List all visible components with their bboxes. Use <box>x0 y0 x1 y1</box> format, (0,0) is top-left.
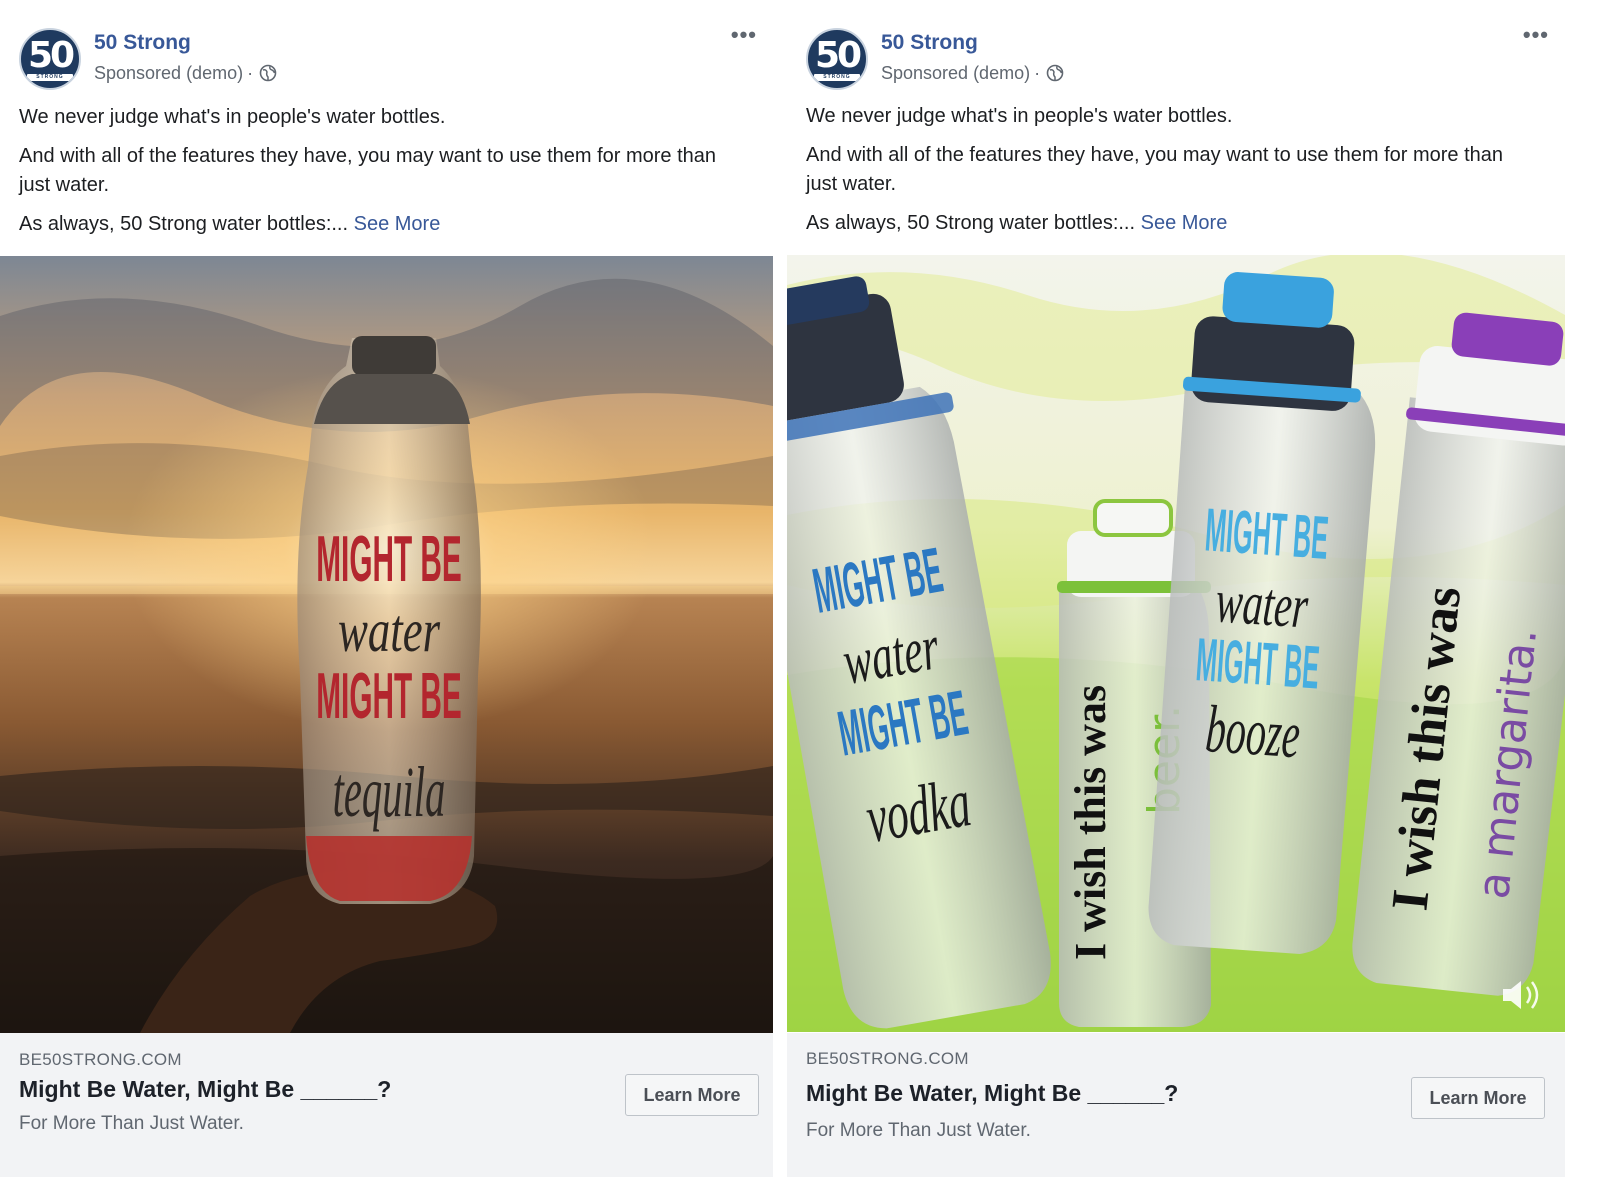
bottle-text: booze <box>1204 692 1303 772</box>
body-line: We never judge what's in people's water … <box>806 105 1233 127</box>
meta-separator: · <box>1034 63 1041 83</box>
link-domain: BE50STRONG.COM <box>806 1049 969 1068</box>
sponsored-label[interactable]: Sponsored (demo) <box>94 61 243 85</box>
avatar-band: STRONG <box>814 74 860 81</box>
learn-more-button[interactable]: Learn More <box>625 1074 759 1116</box>
sponsored-label[interactable]: Sponsored (demo) <box>881 61 1030 85</box>
sunset-bottle-photo: MIGHT BE water MIGHT BE tequila <box>0 256 773 1033</box>
avatar-band-text: STRONG <box>36 74 64 80</box>
ad-link-footer[interactable]: BE50STRONG.COM Might Be Water, Might Be … <box>787 1033 1565 1177</box>
meta-separator: · <box>247 63 254 83</box>
page-avatar[interactable]: 50 STRONG <box>19 28 81 90</box>
link-headline[interactable]: Might Be Water, Might Be ______? <box>19 1076 391 1103</box>
page-avatar[interactable]: 50 STRONG <box>806 28 868 90</box>
link-domain: BE50STRONG.COM <box>19 1050 182 1069</box>
body-line: We never judge what's in people's water … <box>19 106 446 128</box>
image-text-line: MIGHT BE <box>316 659 461 732</box>
ad-video[interactable]: MIGHT BE water MIGHT BE vodka I wish thi… <box>787 255 1565 1032</box>
page-name-link[interactable]: 50 Strong <box>94 30 191 56</box>
ad-image[interactable]: MIGHT BE water MIGHT BE tequila <box>0 256 773 1033</box>
post-body: We never judge what's in people's water … <box>806 102 1525 248</box>
ad-post-left: 50 STRONG 50 Strong Sponsored (demo) · •… <box>0 0 773 1177</box>
more-options-icon[interactable]: ••• <box>1523 24 1549 46</box>
see-more-link[interactable]: See More <box>354 213 441 235</box>
post-header: 50 STRONG 50 Strong Sponsored (demo) · •… <box>806 24 1549 94</box>
globe-icon <box>1046 64 1064 82</box>
globe-icon <box>259 64 277 82</box>
body-line-truncated: As always, 50 Strong water bottles:... S… <box>19 210 733 239</box>
avatar-band: STRONG <box>27 74 73 81</box>
image-text-line: tequila <box>333 752 446 832</box>
image-text-line: water <box>338 596 441 665</box>
link-description: For More Than Just Water. <box>19 1113 244 1134</box>
post-meta: Sponsored (demo) · <box>94 61 277 85</box>
ad-link-footer[interactable]: BE50STRONG.COM Might Be Water, Might Be … <box>0 1033 773 1177</box>
bottle-text: MIGHT BE <box>1203 496 1331 572</box>
post-meta: Sponsored (demo) · <box>881 61 1064 85</box>
link-description: For More Than Just Water. <box>806 1120 1031 1141</box>
image-text-line: MIGHT BE <box>316 522 461 595</box>
bottles-collage-photo: MIGHT BE water MIGHT BE vodka I wish thi… <box>787 255 1565 1032</box>
body-line-truncated: As always, 50 Strong water bottles:... S… <box>806 209 1525 238</box>
body-line: And with all of the features they have, … <box>19 145 717 196</box>
link-headline[interactable]: Might Be Water, Might Be ______? <box>806 1080 1178 1107</box>
see-more-link[interactable]: See More <box>1141 212 1228 234</box>
body-line-text: As always, 50 Strong water bottles:... <box>806 212 1141 234</box>
avatar-logo-text: 50 <box>27 35 75 76</box>
ad-divider <box>773 0 787 1177</box>
body-line-text: As always, 50 Strong water bottles:... <box>19 213 354 235</box>
bottle-text: MIGHT BE <box>1194 625 1322 701</box>
ad-post-right: 50 STRONG 50 Strong Sponsored (demo) · •… <box>787 0 1565 1177</box>
post-header: 50 STRONG 50 Strong Sponsored (demo) · •… <box>19 24 757 94</box>
post-body: We never judge what's in people's water … <box>19 103 733 249</box>
page-name-link[interactable]: 50 Strong <box>881 30 978 56</box>
avatar-band-text: STRONG <box>823 74 851 80</box>
more-options-icon[interactable]: ••• <box>731 24 757 46</box>
learn-more-button[interactable]: Learn More <box>1411 1077 1545 1119</box>
body-line: And with all of the features they have, … <box>806 144 1504 195</box>
bottle-text: I wish this was <box>1066 685 1115 960</box>
avatar-logo-text: 50 <box>814 35 862 76</box>
